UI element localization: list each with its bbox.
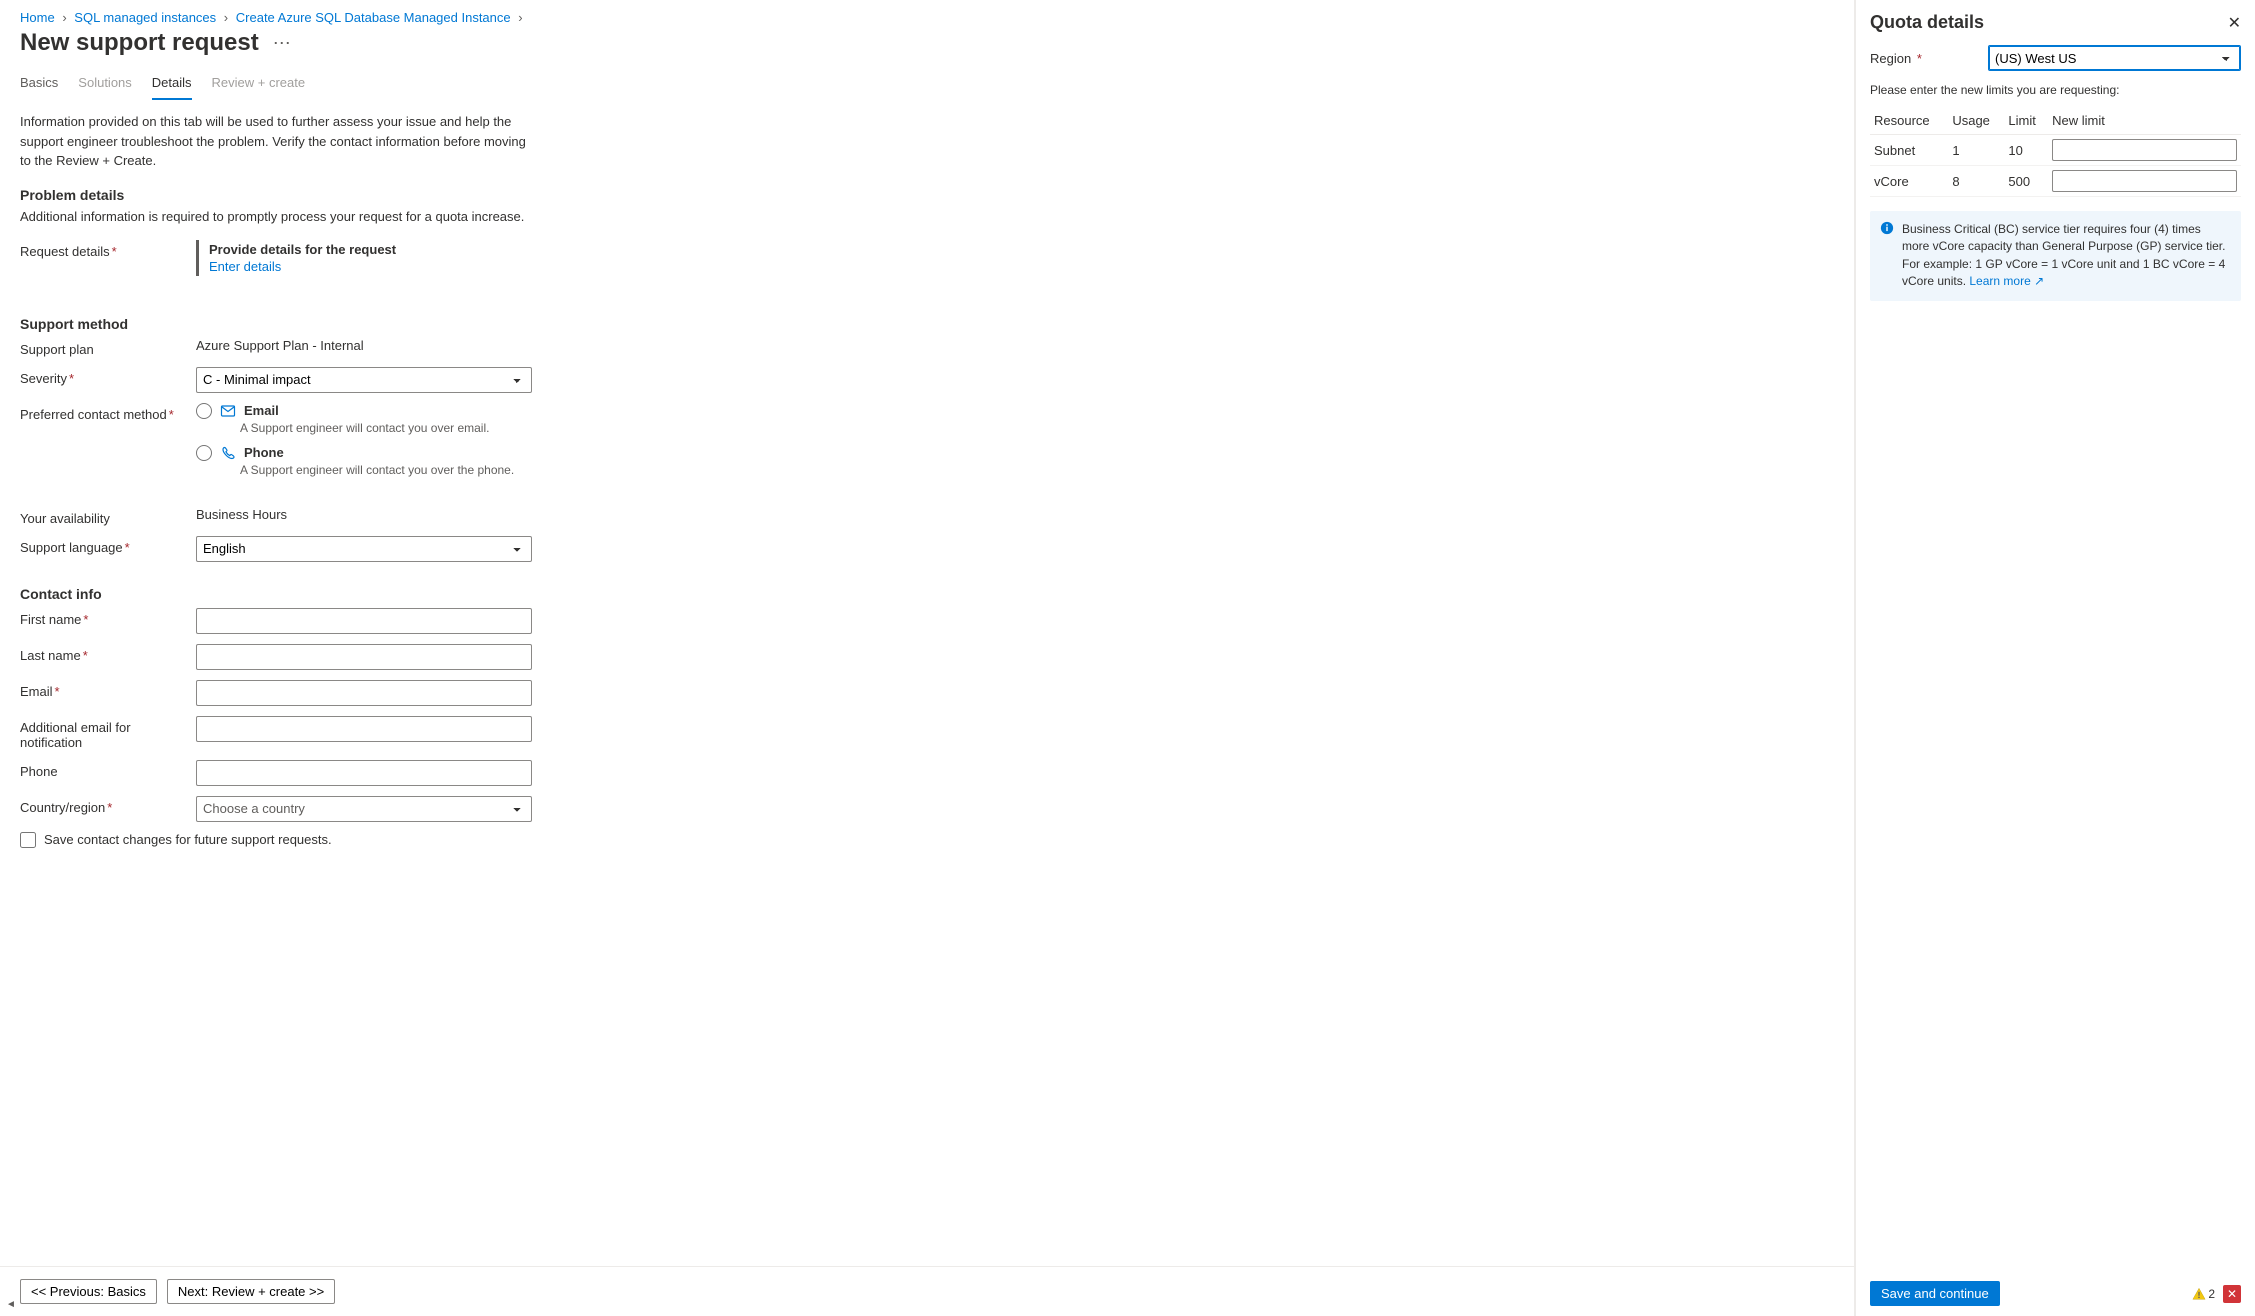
cell-usage: 1 xyxy=(1948,135,2004,166)
status-chips: 2 ✕ xyxy=(2188,1285,2241,1303)
section-support-method: Support method xyxy=(20,316,1834,332)
radio-email-label: Email xyxy=(244,403,279,418)
label-first-name: First name* xyxy=(20,608,196,627)
label-email: Email* xyxy=(20,680,196,699)
breadcrumb-create-mi[interactable]: Create Azure SQL Database Managed Instan… xyxy=(236,10,511,25)
table-row: Subnet 1 10 xyxy=(1870,135,2241,166)
previous-button[interactable]: << Previous: Basics xyxy=(20,1279,157,1304)
label-addl-email: Additional email for notification xyxy=(20,716,196,750)
label-severity: Severity* xyxy=(20,367,196,386)
problem-details-subtext: Additional information is required to pr… xyxy=(20,209,1834,224)
label-region: Region * xyxy=(1870,51,1988,66)
phone-icon xyxy=(220,445,236,461)
col-usage: Usage xyxy=(1948,107,2004,135)
first-name-input[interactable] xyxy=(196,608,532,634)
label-preferred-contact: Preferred contact method* xyxy=(20,403,196,422)
next-button[interactable]: Next: Review + create >> xyxy=(167,1279,335,1304)
col-new-limit: New limit xyxy=(2048,107,2241,135)
label-phone: Phone xyxy=(20,760,196,779)
quota-table: Resource Usage Limit New limit Subnet 1 … xyxy=(1870,107,2241,197)
label-country: Country/region* xyxy=(20,796,196,815)
table-row: vCore 8 500 xyxy=(1870,166,2241,197)
new-limit-vcore-input[interactable] xyxy=(2052,170,2237,192)
tab-solutions: Solutions xyxy=(78,69,131,100)
tab-details[interactable]: Details xyxy=(152,69,192,100)
label-support-language: Support language* xyxy=(20,536,196,555)
email-input[interactable] xyxy=(196,680,532,706)
phone-input[interactable] xyxy=(196,760,532,786)
section-problem-details: Problem details xyxy=(20,187,1834,203)
quota-prompt: Please enter the new limits you are requ… xyxy=(1870,83,2241,97)
scroll-left-icon: ◄ xyxy=(6,1299,16,1310)
last-name-input[interactable] xyxy=(196,644,532,670)
label-last-name: Last name* xyxy=(20,644,196,663)
radio-email-desc: A Support engineer will contact you over… xyxy=(240,421,532,435)
cell-usage: 8 xyxy=(1948,166,2004,197)
radio-phone[interactable] xyxy=(196,445,212,461)
new-limit-subnet-input[interactable] xyxy=(2052,139,2237,161)
breadcrumb-sql-mi[interactable]: SQL managed instances xyxy=(74,10,216,25)
value-availability: Business Hours xyxy=(196,507,532,522)
tab-review-create: Review + create xyxy=(212,69,306,100)
page-title: New support request xyxy=(20,29,259,57)
save-and-continue-button[interactable]: Save and continue xyxy=(1870,1281,2000,1306)
breadcrumb: Home › SQL managed instances › Create Az… xyxy=(0,0,1854,25)
wizard-footer: << Previous: Basics Next: Review + creat… xyxy=(0,1266,1854,1316)
more-menu-icon[interactable]: ⋯ xyxy=(273,34,291,52)
tabs: Basics Solutions Details Review + create xyxy=(20,69,1834,100)
enter-details-link[interactable]: Enter details xyxy=(209,259,281,274)
chevron-right-icon: › xyxy=(62,10,66,25)
cell-limit: 500 xyxy=(2004,166,2048,197)
info-box: Business Critical (BC) service tier requ… xyxy=(1870,211,2241,301)
severity-select[interactable]: C - Minimal impact xyxy=(196,367,532,393)
request-details-box: Provide details for the request Enter de… xyxy=(196,240,532,276)
breadcrumb-home[interactable]: Home xyxy=(20,10,55,25)
col-limit: Limit xyxy=(2004,107,2048,135)
info-text: Business Critical (BC) service tier requ… xyxy=(1902,222,2225,288)
mail-icon xyxy=(220,403,236,419)
cell-resource: Subnet xyxy=(1870,135,1948,166)
radio-email[interactable] xyxy=(196,403,212,419)
chevron-right-icon: › xyxy=(518,10,522,25)
label-request-details: Request details* xyxy=(20,240,196,259)
warning-badge[interactable]: 2 xyxy=(2188,1287,2219,1301)
learn-more-link[interactable]: Learn more ↗ xyxy=(1969,274,2044,288)
language-select[interactable]: English xyxy=(196,536,532,562)
label-support-plan: Support plan xyxy=(20,338,196,357)
intro-text: Information provided on this tab will be… xyxy=(20,112,540,171)
error-badge[interactable]: ✕ xyxy=(2223,1285,2241,1303)
info-icon xyxy=(1880,221,1894,291)
additional-email-input[interactable] xyxy=(196,716,532,742)
cell-limit: 10 xyxy=(2004,135,2048,166)
chevron-right-icon: › xyxy=(224,10,228,25)
section-contact-info: Contact info xyxy=(20,586,1834,602)
tab-basics[interactable]: Basics xyxy=(20,69,58,100)
close-icon[interactable]: ✕ xyxy=(2228,13,2241,33)
save-contact-label: Save contact changes for future support … xyxy=(44,832,332,847)
cell-resource: vCore xyxy=(1870,166,1948,197)
side-panel-title: Quota details xyxy=(1870,12,1984,33)
radio-phone-desc: A Support engineer will contact you over… xyxy=(240,463,532,477)
region-select[interactable]: (US) West US xyxy=(1988,45,2241,71)
label-availability: Your availability xyxy=(20,507,196,526)
radio-phone-label: Phone xyxy=(244,445,284,460)
request-details-title: Provide details for the request xyxy=(209,242,522,257)
value-support-plan: Azure Support Plan - Internal xyxy=(196,338,532,353)
country-select[interactable]: Choose a country xyxy=(196,796,532,822)
save-contact-checkbox[interactable] xyxy=(20,832,36,848)
col-resource: Resource xyxy=(1870,107,1948,135)
